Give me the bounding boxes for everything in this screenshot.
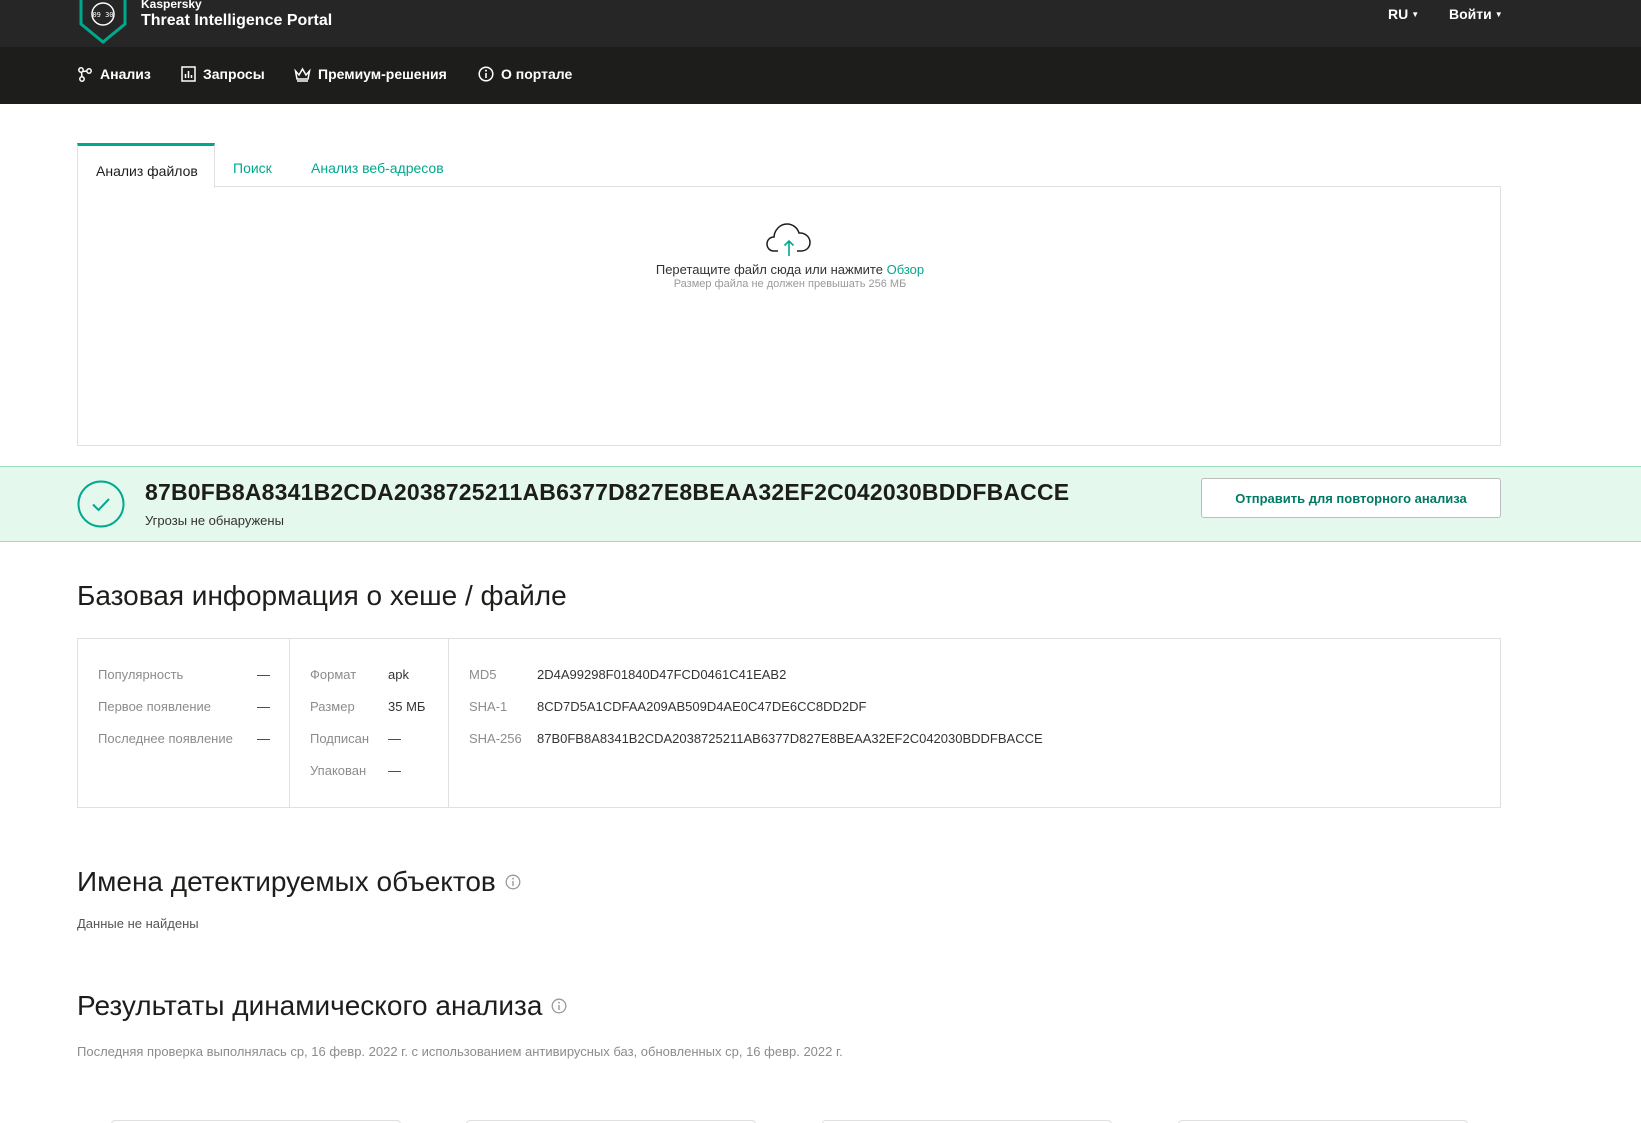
sha1-label: SHA-1 [469, 699, 508, 714]
section-title-text: Результаты динамического анализа [77, 990, 543, 1021]
nav-item-label: Запросы [203, 66, 265, 82]
result-hash: 87B0FB8A8341B2CDA2038725211AB6377D827E8B… [145, 479, 1070, 505]
nav-item-about[interactable]: О портале [478, 66, 572, 82]
tab-file-analysis[interactable]: Анализ файлов [77, 143, 215, 188]
dynamic-title: Результаты динамического анализа [77, 990, 567, 1022]
detections-title: Имена детектируемых объектов [77, 866, 521, 898]
top-bar: 09 30 Kaspersky Threat Intelligence Port… [0, 0, 1641, 47]
language-label: RU [1388, 6, 1409, 22]
kaspersky-logo-icon[interactable]: 09 30 [77, 0, 129, 44]
column-divider [289, 638, 290, 808]
sha256-value: 87B0FB8A8341B2CDA2038725211AB6377D827E8B… [537, 731, 1043, 746]
upload-size-hint: Размер файла не должен превышать 256 МБ [673, 278, 907, 290]
basic-info-panel [77, 638, 1501, 808]
login-button[interactable]: Войти ▼ [1449, 6, 1503, 22]
basic-info-title: Базовая информация о хеше / файле [77, 580, 567, 612]
size-label: Размер [310, 699, 355, 714]
md5-label: MD5 [469, 667, 497, 682]
tab-search[interactable]: Поиск [233, 160, 272, 176]
browse-link[interactable]: Обзор [887, 262, 925, 277]
tab-url-analysis[interactable]: Анализ веб-адресов [311, 160, 444, 176]
format-label: Формат [310, 667, 357, 682]
last-seen-label: Последнее появление [98, 731, 233, 746]
analysis-icon [78, 67, 92, 82]
format-value: apk [388, 667, 409, 682]
upload-instructions: Перетащите файл сюда или нажмите Обзор [0, 262, 1580, 277]
section-title-text: Базовая информация о хеше / файле [77, 580, 567, 611]
login-label: Войти [1449, 6, 1492, 22]
caret-down-icon: ▼ [1494, 10, 1503, 19]
signed-value: — [388, 731, 401, 746]
sha1-value: 8CD7D5A1CDFAA209AB509D4AE0C47DE6CC8DD2DF [537, 699, 867, 714]
resubmit-button[interactable]: Отправить для повторного анализа [1201, 478, 1501, 518]
result-status: Угрозы не обнаружены [145, 513, 284, 528]
popularity-value: — [257, 667, 270, 682]
nav-item-label: Премиум-решения [318, 66, 447, 82]
last-check-text: Последняя проверка выполнялась ср, 16 фе… [77, 1044, 843, 1059]
svg-text:09 30: 09 30 [92, 11, 113, 19]
crown-icon [294, 67, 311, 82]
language-selector[interactable]: RU ▼ [1388, 6, 1419, 22]
packed-value: — [388, 763, 401, 778]
packed-label: Упакован [310, 763, 367, 778]
last-seen-value: — [257, 731, 270, 746]
info-tooltip-icon[interactable] [505, 874, 521, 890]
section-title-text: Имена детектируемых объектов [77, 866, 496, 897]
brand-title[interactable]: Threat Intelligence Portal [141, 12, 332, 30]
upload-text: Перетащите файл сюда или нажмите [655, 262, 883, 277]
sha256-label: SHA-256 [469, 731, 522, 746]
main-nav: Анализ Запросы Премиум-решения О портале [0, 47, 1641, 104]
column-divider [448, 638, 449, 808]
md5-value: 2D4A99298F01840D47FCD0461C41EAB2 [537, 667, 787, 682]
size-value: 35 МБ [388, 699, 426, 714]
nav-item-label: О портале [501, 66, 573, 82]
info-icon [478, 66, 494, 82]
chart-icon [181, 66, 196, 82]
brand-small: Kaspersky [141, 0, 202, 11]
caret-down-icon: ▼ [1411, 10, 1420, 19]
check-circle-icon [77, 480, 125, 528]
info-tooltip-icon[interactable] [551, 998, 567, 1014]
signed-label: Подписан [310, 731, 370, 746]
popularity-label: Популярность [98, 667, 184, 682]
nav-item-label: Анализ [100, 66, 151, 82]
nav-item-analysis[interactable]: Анализ [77, 66, 151, 82]
first-seen-value: — [257, 699, 270, 714]
first-seen-label: Первое появление [98, 699, 212, 714]
nav-item-premium[interactable]: Премиум-решения [294, 66, 447, 82]
nav-item-requests[interactable]: Запросы [181, 66, 265, 82]
cloud-upload-icon[interactable] [766, 221, 812, 257]
detections-empty: Данные не найдены [77, 916, 199, 931]
